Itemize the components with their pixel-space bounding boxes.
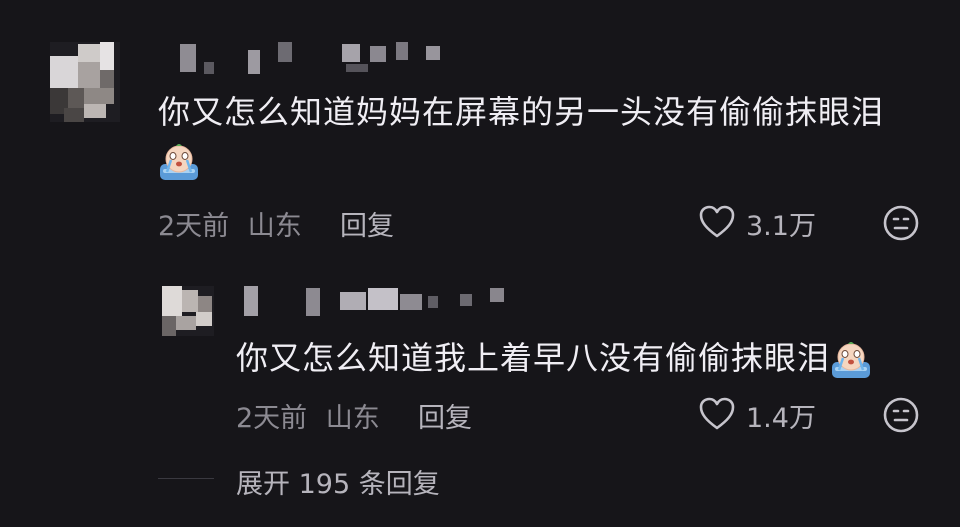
reply-username-redacted[interactable] [236, 284, 526, 320]
crying-emoji-icon [832, 342, 871, 378]
dislike-button[interactable] [882, 204, 920, 246]
comment-text: 你又怎么知道妈妈在屏幕的另一头没有偷偷抹眼泪 [158, 93, 885, 131]
heart-icon [699, 205, 735, 238]
crying-emoji [830, 338, 872, 380]
avatar[interactable] [50, 42, 120, 122]
reply-button[interactable]: 回复 [340, 204, 394, 243]
expand-replies-button[interactable]: 展开 195 条回复 [236, 462, 440, 501]
expand-divider [158, 478, 214, 479]
reply-text: 你又怎么知道我上着早八没有偷偷抹眼泪 [236, 338, 872, 380]
reply-location: 山东 [325, 403, 380, 434]
neutral-face-icon [883, 205, 919, 241]
reply-meta: 2天前 山东 [236, 396, 380, 435]
reply-time: 2天前 [236, 403, 308, 434]
reply-like-count: 1.4万 [746, 403, 816, 434]
heart-icon [699, 397, 735, 430]
reply-dislike-button[interactable] [882, 396, 920, 438]
reply-reply-button[interactable]: 回复 [418, 396, 472, 435]
comment-meta: 2天前 山东 [158, 204, 302, 243]
comment-time: 2天前 [158, 211, 230, 242]
comment-location: 山东 [247, 211, 302, 242]
crying-emoji-icon [160, 144, 198, 180]
neutral-face-icon [883, 397, 919, 433]
username-redacted[interactable] [170, 40, 450, 76]
reply-avatar[interactable] [162, 286, 214, 336]
crying-emoji [158, 142, 200, 182]
like-count: 3.1万 [746, 211, 816, 242]
